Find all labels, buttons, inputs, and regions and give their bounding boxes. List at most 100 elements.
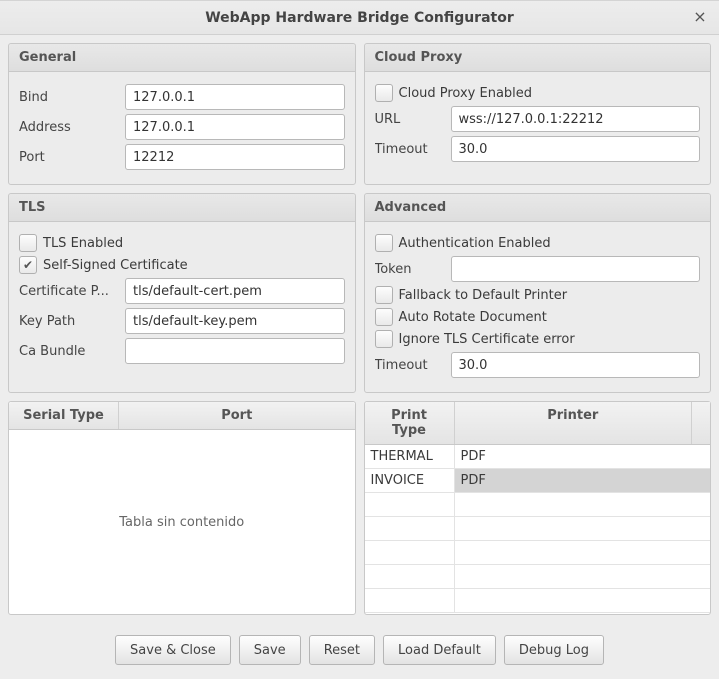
tls-selfsigned-checkbox[interactable] — [19, 256, 37, 274]
printer-cell — [455, 565, 711, 588]
adv-timeout-row: Timeout — [375, 352, 701, 378]
reset-button[interactable]: Reset — [309, 635, 375, 665]
auth-enabled-label: Authentication Enabled — [399, 236, 551, 251]
tls-enabled-label: TLS Enabled — [43, 236, 123, 251]
token-input[interactable] — [451, 256, 701, 282]
bind-input[interactable] — [125, 84, 345, 110]
table-row — [365, 517, 711, 541]
fallback-checkbox[interactable] — [375, 286, 393, 304]
content-area: General Bind Address Port — [0, 35, 719, 679]
save-button[interactable]: Save — [239, 635, 301, 665]
print-type-cell — [365, 589, 455, 612]
close-icon[interactable]: × — [691, 9, 709, 27]
save-close-button[interactable]: Save & Close — [115, 635, 231, 665]
advanced-group: Advanced Authentication Enabled Token Fa… — [364, 193, 712, 393]
debug-log-button[interactable]: Debug Log — [504, 635, 604, 665]
cloud-timeout-row: Timeout — [375, 136, 701, 162]
token-row: Token — [375, 256, 701, 282]
printer-cell — [455, 517, 711, 540]
port-row: Port — [19, 144, 345, 170]
table-row[interactable]: INVOICEPDF — [365, 469, 711, 493]
table-row — [365, 493, 711, 517]
print-type-cell — [365, 565, 455, 588]
address-label: Address — [19, 120, 119, 135]
tls-enabled-checkbox[interactable] — [19, 234, 37, 252]
tls-cert-label: Certificate P... — [19, 284, 119, 299]
fallback-row: Fallback to Default Printer — [375, 286, 701, 304]
port-label: Port — [19, 150, 119, 165]
tls-cert-row: Certificate P... — [19, 278, 345, 304]
table-row[interactable]: THERMALPDF — [365, 445, 711, 469]
serial-table-body: Tabla sin contenido — [9, 430, 355, 614]
tls-ca-label: Ca Bundle — [19, 344, 119, 359]
tls-key-input[interactable] — [125, 308, 345, 334]
print-table[interactable]: Print Type Printer THERMALPDFINVOICEPDF — [364, 401, 712, 615]
token-label: Token — [375, 262, 445, 277]
print-col-printer[interactable]: Printer — [455, 402, 693, 444]
rotate-checkbox[interactable] — [375, 308, 393, 326]
config-window: WebApp Hardware Bridge Configurator × Ge… — [0, 0, 719, 679]
tls-ca-input[interactable] — [125, 338, 345, 364]
rotate-label: Auto Rotate Document — [399, 310, 547, 325]
print-type-cell — [365, 541, 455, 564]
general-group: General Bind Address Port — [8, 43, 356, 185]
print-head-corner — [692, 402, 710, 444]
tls-key-row: Key Path — [19, 308, 345, 334]
ignoretls-label: Ignore TLS Certificate error — [399, 332, 575, 347]
address-row: Address — [19, 114, 345, 140]
table-row — [365, 589, 711, 613]
printer-cell[interactable]: PDF — [455, 469, 711, 492]
print-type-cell — [365, 517, 455, 540]
auth-enabled-checkbox[interactable] — [375, 234, 393, 252]
printer-cell — [455, 541, 711, 564]
tls-ca-row: Ca Bundle — [19, 338, 345, 364]
tls-key-label: Key Path — [19, 314, 119, 329]
address-input[interactable] — [125, 114, 345, 140]
print-table-head: Print Type Printer — [365, 402, 711, 445]
tables-row: Serial Type Port Tabla sin contenido Pri… — [8, 401, 711, 615]
serial-table-head: Serial Type Port — [9, 402, 355, 430]
adv-timeout-label: Timeout — [375, 358, 445, 373]
port-input[interactable] — [125, 144, 345, 170]
tls-body: TLS Enabled Self-Signed Certificate Cert… — [9, 222, 355, 378]
ignoretls-checkbox[interactable] — [375, 330, 393, 348]
rotate-row: Auto Rotate Document — [375, 308, 701, 326]
cloud-header: Cloud Proxy — [365, 44, 711, 72]
tls-selfsigned-row: Self-Signed Certificate — [19, 256, 345, 274]
fallback-label: Fallback to Default Printer — [399, 288, 568, 303]
print-type-cell[interactable]: INVOICE — [365, 469, 455, 492]
print-table-body: THERMALPDFINVOICEPDF — [365, 445, 711, 614]
serial-table[interactable]: Serial Type Port Tabla sin contenido — [8, 401, 356, 615]
tls-selfsigned-label: Self-Signed Certificate — [43, 258, 188, 273]
bind-label: Bind — [19, 90, 119, 105]
adv-timeout-input[interactable] — [451, 352, 701, 378]
cloud-timeout-input[interactable] — [451, 136, 701, 162]
print-col-type[interactable]: Print Type — [365, 402, 455, 444]
general-body: Bind Address Port — [9, 72, 355, 184]
top-row: General Bind Address Port — [8, 43, 711, 185]
table-row — [365, 541, 711, 565]
window-title: WebApp Hardware Bridge Configurator — [205, 10, 514, 26]
mid-row: TLS TLS Enabled Self-Signed Certificate … — [8, 193, 711, 393]
cloud-enabled-row: Cloud Proxy Enabled — [375, 84, 701, 102]
print-type-cell[interactable]: THERMAL — [365, 445, 455, 468]
printer-cell — [455, 493, 711, 516]
tls-cert-input[interactable] — [125, 278, 345, 304]
cloud-url-input[interactable] — [451, 106, 701, 132]
titlebar: WebApp Hardware Bridge Configurator × — [0, 1, 719, 35]
tls-header: TLS — [9, 194, 355, 222]
printer-cell[interactable]: PDF — [455, 445, 711, 468]
cloud-url-label: URL — [375, 112, 445, 127]
button-bar: Save & Close Save Reset Load Default Deb… — [8, 623, 711, 679]
cloud-enabled-checkbox[interactable] — [375, 84, 393, 102]
ignoretls-row: Ignore TLS Certificate error — [375, 330, 701, 348]
advanced-body: Authentication Enabled Token Fallback to… — [365, 222, 711, 392]
advanced-header: Advanced — [365, 194, 711, 222]
tls-group: TLS TLS Enabled Self-Signed Certificate … — [8, 193, 356, 393]
cloud-timeout-label: Timeout — [375, 142, 445, 157]
load-default-button[interactable]: Load Default — [383, 635, 496, 665]
serial-col-type[interactable]: Serial Type — [9, 402, 119, 429]
serial-empty-msg: Tabla sin contenido — [9, 430, 355, 614]
printer-cell — [455, 589, 711, 612]
serial-col-port[interactable]: Port — [119, 402, 355, 429]
